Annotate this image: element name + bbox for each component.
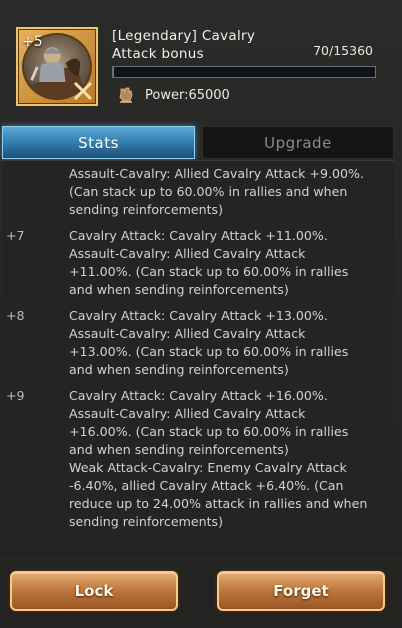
stat-line: Cavalry Attack: Cavalry Attack +13.00%.: [69, 308, 328, 323]
tab-stats[interactable]: Stats: [2, 126, 195, 159]
stat-line: Cavalry Attack: Cavalry Attack +16.00%.: [69, 388, 328, 403]
stat-entry: +7 Cavalry Attack: Cavalry Attack +11.00…: [2, 227, 394, 299]
stat-level: +8: [6, 308, 25, 323]
lock-button[interactable]: Lock: [10, 571, 178, 611]
progress-count: 70/15360: [313, 43, 373, 58]
stat-line: Cavalry Attack: Cavalry Attack +11.00%.: [69, 228, 328, 243]
skill-title: [Legendary] Cavalry Attack bonus: [112, 28, 256, 62]
progress-fill: [113, 67, 115, 77]
forget-button[interactable]: Forget: [217, 571, 385, 611]
power-fist-icon: [119, 87, 133, 103]
divider: [0, 553, 402, 554]
stat-line: Assault-Cavalry: Allied Cavalry Attack +…: [69, 326, 349, 377]
power-value: Power:65000: [145, 88, 230, 103]
skill-header: +5 [Legendary] Cavalry Attack bonus 70/1…: [0, 0, 402, 120]
stat-entry: +8 Cavalry Attack: Cavalry Attack +13.00…: [2, 307, 394, 379]
skill-level-badge: +5: [22, 34, 43, 50]
stat-entry: +9 Cavalry Attack: Cavalry Attack +16.00…: [2, 387, 394, 531]
stat-entry: Assault-Cavalry: Allied Cavalry Attack +…: [2, 165, 394, 219]
stat-line: Assault-Cavalry: Allied Cavalry Attack +…: [69, 166, 364, 217]
stat-line: Assault-Cavalry: Allied Cavalry Attack +…: [69, 246, 349, 297]
stats-list[interactable]: Assault-Cavalry: Allied Cavalry Attack +…: [2, 160, 394, 545]
tab-upgrade[interactable]: Upgrade: [202, 126, 394, 159]
crossed-swords-icon: [73, 81, 93, 101]
stat-line: Assault-Cavalry: Allied Cavalry Attack +…: [69, 406, 349, 457]
stat-level: +7: [6, 228, 25, 243]
stat-level: +9: [6, 388, 25, 403]
progress-bar: [112, 66, 376, 78]
stat-line: Weak Attack-Cavalry: Enemy Cavalry Attac…: [69, 460, 368, 529]
